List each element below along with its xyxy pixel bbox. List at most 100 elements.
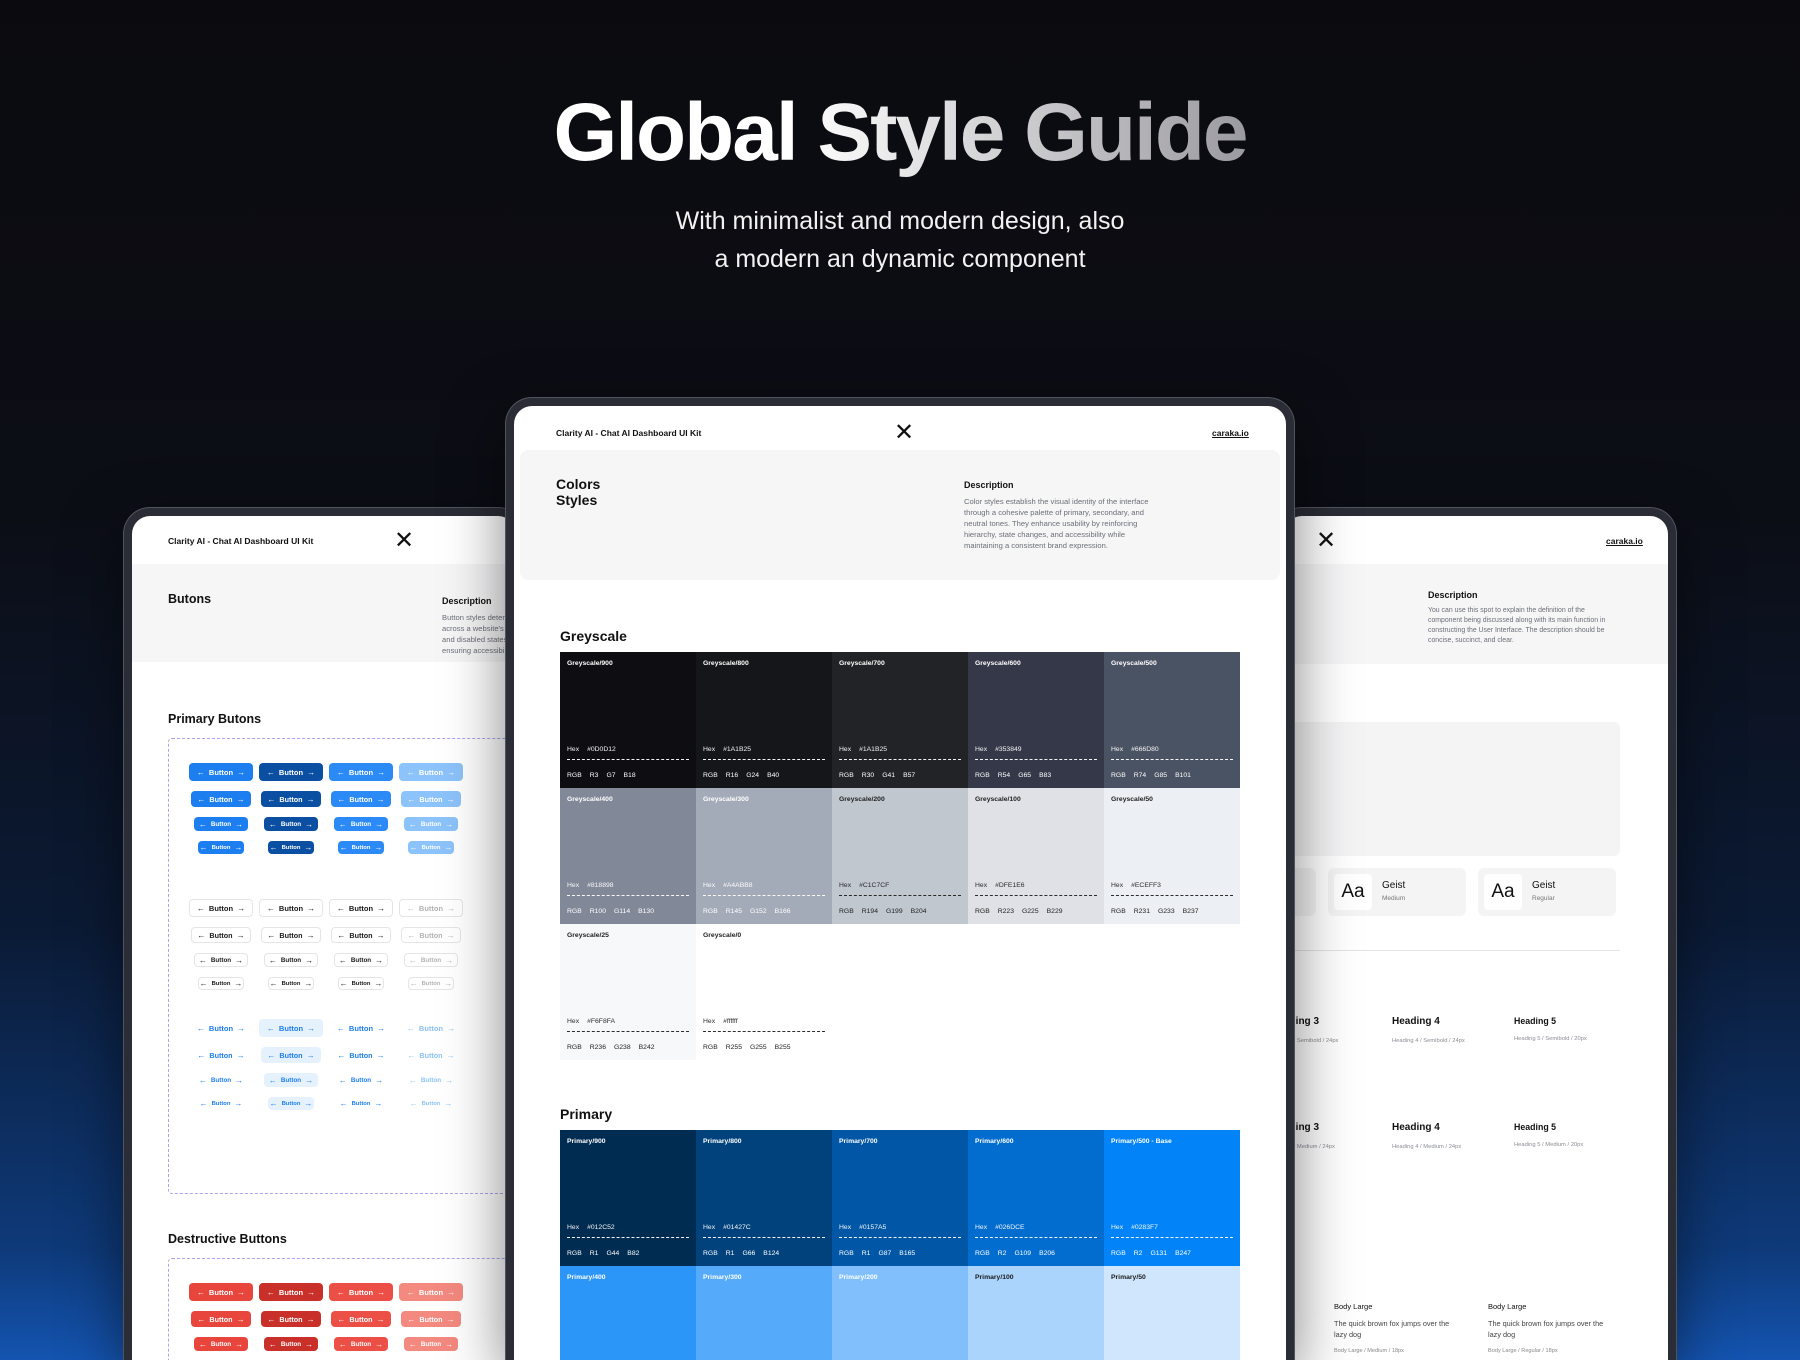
sample-button[interactable]: ← Button → xyxy=(401,927,461,943)
hero-title: Global Style Guide xyxy=(553,87,1248,178)
color-swatch[interactable]: Greyscale/600 Hex #353849 RGB R54 G65 B83 xyxy=(968,652,1104,788)
sample-button[interactable]: ← Button → xyxy=(259,1019,323,1037)
button-cell: ← Button → xyxy=(399,1073,469,1087)
sample-button[interactable]: ← Button → xyxy=(261,1311,321,1327)
sample-button[interactable]: ← Button → xyxy=(264,1337,318,1351)
caraka-link[interactable]: caraka.io xyxy=(1212,428,1249,438)
sample-button[interactable]: ← Button → xyxy=(408,977,454,990)
sample-button[interactable]: ← Button → xyxy=(399,763,463,781)
clarity-logo-icon: ✕ xyxy=(1316,526,1337,554)
sample-button[interactable]: ← Button → xyxy=(408,841,454,854)
sample-button[interactable]: ← Button → xyxy=(399,1283,463,1301)
color-swatch[interactable]: Greyscale/200 Hex #C1C7CF RGB R194 G199 B204 xyxy=(832,788,968,924)
sample-button[interactable]: ← Button → xyxy=(401,791,461,807)
sample-button[interactable]: ← Button → xyxy=(401,1311,461,1327)
sample-button[interactable]: ← Button → xyxy=(404,953,458,967)
sample-button[interactable]: ← Button → xyxy=(329,1283,393,1301)
sample-button[interactable]: ← Button → xyxy=(334,1337,388,1351)
sample-button[interactable]: ← Button → xyxy=(189,899,253,917)
sample-button[interactable]: ← Button → xyxy=(189,1019,253,1037)
sample-button[interactable]: ← Button → xyxy=(331,1311,391,1327)
sample-button[interactable]: ← Button → xyxy=(191,791,251,807)
sample-button[interactable]: ← Button → xyxy=(191,1047,251,1063)
sample-button[interactable]: ← Button → xyxy=(189,1283,253,1301)
color-swatch[interactable]: Greyscale/0 Hex #ffffff RGB R255 G255 B255 xyxy=(696,924,832,1060)
sample-button[interactable]: ← Button → xyxy=(329,763,393,781)
sample-button[interactable]: ← Button → xyxy=(191,927,251,943)
arrow-left-icon: ← xyxy=(338,955,347,965)
color-swatch[interactable]: Primary/400 xyxy=(560,1266,696,1360)
button-cell: ← Button → xyxy=(329,817,399,831)
sample-button[interactable]: ← Button → xyxy=(198,841,244,854)
color-swatch[interactable]: Greyscale/800 Hex #1A1B25 RGB R16 G24 B40 xyxy=(696,652,832,788)
color-swatch[interactable]: Greyscale/25 Hex #F6F8FA RGB R236 G238 B242 xyxy=(560,924,696,1060)
sample-button[interactable]: ← Button → xyxy=(331,791,391,807)
sample-button[interactable]: ← Button → xyxy=(189,763,253,781)
swatch-hex: Hex #ECEFF3 xyxy=(1111,882,1233,896)
color-swatch[interactable]: Primary/800 Hex #01427C RGB R1 G66 B124 xyxy=(696,1130,832,1266)
sample-button[interactable]: ← Button → xyxy=(198,977,244,990)
color-swatch[interactable]: Greyscale/900 Hex #0D0D12 RGB R3 G7 B18 xyxy=(560,652,696,788)
arrow-left-icon: ← xyxy=(196,1023,205,1033)
sample-button[interactable]: ← Button → xyxy=(264,817,318,831)
sample-button[interactable]: ← Button → xyxy=(334,1073,388,1087)
color-swatch[interactable]: Greyscale/300 Hex #A4ABB8 RGB R145 G152 B166 xyxy=(696,788,832,924)
sample-button[interactable]: ← Button → xyxy=(259,899,323,917)
sample-button[interactable]: ← Button → xyxy=(264,1073,318,1087)
sample-button[interactable]: ← Button → xyxy=(261,1047,321,1063)
color-swatch[interactable]: Primary/500 - Base Hex #0283F7 RGB R2 G131 B24… xyxy=(1104,1130,1240,1266)
sample-button[interactable]: ← Button → xyxy=(334,817,388,831)
sample-button[interactable]: ← Button → xyxy=(408,1097,454,1110)
font-preview-box xyxy=(1284,722,1620,856)
arrow-right-icon: → xyxy=(445,1075,454,1085)
sample-button[interactable]: ← Button → xyxy=(194,953,248,967)
sample-button[interactable]: ← Button → xyxy=(331,1047,391,1063)
sample-button[interactable]: ← Button → xyxy=(268,841,314,854)
color-swatch[interactable]: Primary/50 xyxy=(1104,1266,1240,1360)
sample-button[interactable]: ← Button → xyxy=(194,817,248,831)
section-title: Colors Styles xyxy=(556,476,600,508)
sample-button[interactable]: ← Button → xyxy=(338,841,384,854)
sample-button[interactable]: ← Button → xyxy=(329,1019,393,1037)
color-swatch[interactable]: Primary/900 Hex #012C52 RGB R1 G44 B82 xyxy=(560,1130,696,1266)
sample-button[interactable]: ← Button → xyxy=(259,763,323,781)
sample-button[interactable]: ← Button → xyxy=(338,977,384,990)
sample-button[interactable]: ← Button → xyxy=(268,977,314,990)
color-swatch[interactable]: Primary/600 Hex #026DCE RGB R2 G109 B206 xyxy=(968,1130,1104,1266)
sample-button[interactable]: ← Button → xyxy=(261,927,321,943)
sample-button[interactable]: ← Button → xyxy=(401,1047,461,1063)
sample-button[interactable]: ← Button → xyxy=(334,953,388,967)
sample-button[interactable]: ← Button → xyxy=(198,1097,244,1110)
font-card: Aa Geist Medium xyxy=(1328,868,1466,916)
button-cell: ← Button → xyxy=(399,1337,469,1351)
color-swatch[interactable]: Primary/300 xyxy=(696,1266,832,1360)
sample-button[interactable]: ← Button → xyxy=(331,927,391,943)
button-label: Button xyxy=(349,1314,373,1324)
color-swatch[interactable]: Primary/700 Hex #0157A5 RGB R1 G87 B165 xyxy=(832,1130,968,1266)
color-swatch[interactable]: Greyscale/100 Hex #DFE1E6 RGB R223 G225 B229 xyxy=(968,788,1104,924)
font-weight: Medium xyxy=(1382,895,1406,902)
sample-button[interactable]: ← Button → xyxy=(404,817,458,831)
sample-button[interactable]: ← Button → xyxy=(338,1097,384,1110)
caraka-link[interactable]: caraka.io xyxy=(1606,536,1643,546)
color-swatch[interactable]: Greyscale/500 Hex #666D80 RGB R74 G85 B101 xyxy=(1104,652,1240,788)
sample-button[interactable]: ← Button → xyxy=(264,953,318,967)
sample-button[interactable]: ← Button → xyxy=(404,1337,458,1351)
color-swatch[interactable]: Primary/100 xyxy=(968,1266,1104,1360)
color-swatch[interactable]: Greyscale/700 Hex #1A1B25 RGB R30 G41 B57 xyxy=(832,652,968,788)
sample-button[interactable]: ← Button → xyxy=(194,1337,248,1351)
swatch-name: Greyscale/400 xyxy=(567,796,613,803)
sample-button[interactable]: ← Button → xyxy=(261,791,321,807)
color-swatch[interactable]: Greyscale/400 Hex #818898 RGB R100 G114 B130 xyxy=(560,788,696,924)
arrow-right-icon: → xyxy=(236,1050,245,1060)
sample-button[interactable]: ← Button → xyxy=(399,899,463,917)
sample-button[interactable]: ← Button → xyxy=(399,1019,463,1037)
sample-button[interactable]: ← Button → xyxy=(404,1073,458,1087)
sample-button[interactable]: ← Button → xyxy=(259,1283,323,1301)
color-swatch[interactable]: Greyscale/50 Hex #ECEFF3 RGB R231 G233 B237 xyxy=(1104,788,1240,924)
sample-button[interactable]: ← Button → xyxy=(329,899,393,917)
sample-button[interactable]: ← Button → xyxy=(194,1073,248,1087)
sample-button[interactable]: ← Button → xyxy=(268,1097,314,1110)
color-swatch[interactable]: Primary/200 xyxy=(832,1266,968,1360)
sample-button[interactable]: ← Button → xyxy=(191,1311,251,1327)
